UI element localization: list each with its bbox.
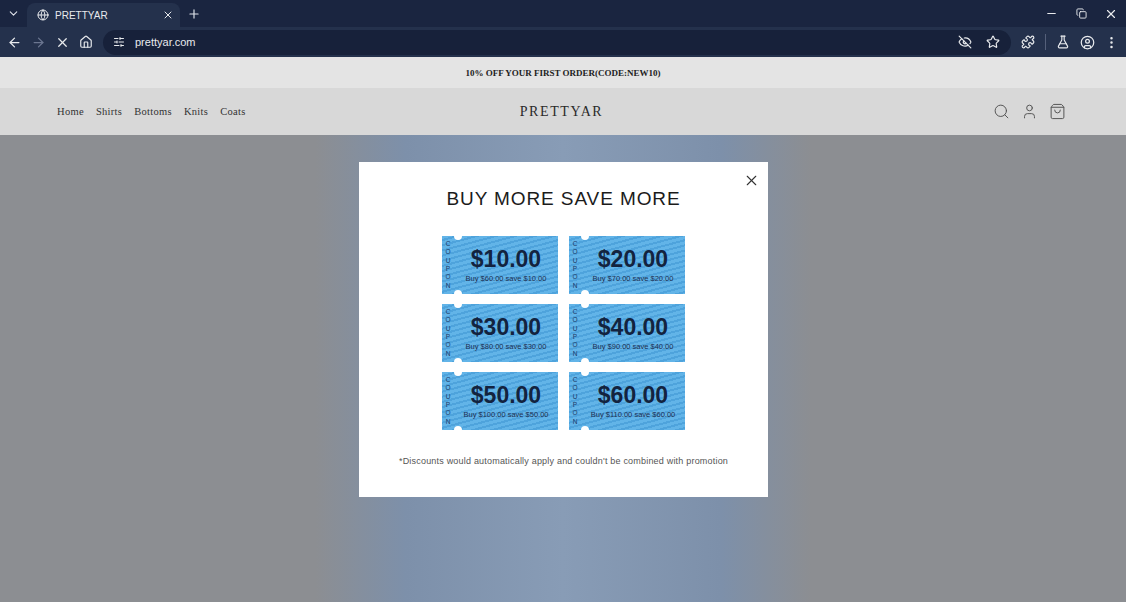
coupon-side-label: COUPON (442, 372, 454, 430)
header-icons (603, 103, 1066, 120)
browser-toolbar: prettyar.com (0, 27, 1126, 57)
tracking-button[interactable] (953, 30, 977, 54)
nav-link[interactable]: Bottoms (134, 106, 172, 117)
nav-link[interactable]: Shirts (96, 106, 122, 117)
browser-window: PRETTYAR prettyar.com 10% OFF YOUR FIRST O… (0, 0, 1126, 602)
favicon-icon (37, 9, 49, 21)
nav-link[interactable]: Coats (220, 106, 245, 117)
coupon-terms: Buy $80.00 save $30.00 (466, 342, 547, 351)
coupon-body: $10.00 Buy $60.00 save $10.00 (454, 236, 558, 294)
modal-title: BUY MORE SAVE MORE (446, 188, 680, 210)
coupon-amount: $50.00 (471, 383, 541, 408)
restore-icon (1076, 8, 1087, 19)
tune-icon (113, 36, 125, 48)
bookmark-button[interactable] (981, 30, 1005, 54)
coupon-body: $60.00 Buy $110.00 save $60.00 (581, 372, 685, 430)
forward-button (26, 30, 50, 54)
coupon-amount: $30.00 (471, 315, 541, 340)
plus-icon (187, 7, 201, 21)
browser-tab[interactable]: PRETTYAR (27, 3, 180, 27)
promo-modal: BUY MORE SAVE MORE COUPON $10.00 Buy $60.00… (359, 162, 768, 497)
star-icon (986, 35, 1000, 49)
stop-icon (55, 35, 70, 50)
account-icon[interactable] (1021, 103, 1038, 120)
coupon-amount: $20.00 (598, 247, 668, 272)
search-icon[interactable] (993, 103, 1010, 120)
minimize-button[interactable] (1036, 0, 1066, 27)
modal-note: *Discounts would automatically apply and… (399, 456, 728, 466)
coupon-card: COUPON $40.00 Buy $90.00 save $40.00 (569, 304, 685, 362)
eye-off-icon (958, 35, 972, 49)
coupon-terms: Buy $100.00 save $50.00 (463, 410, 548, 419)
coupon-card: COUPON $60.00 Buy $110.00 save $60.00 (569, 372, 685, 430)
labs-button[interactable] (1051, 30, 1075, 54)
nav-link[interactable]: Home (57, 106, 84, 117)
coupon-card: COUPON $10.00 Buy $60.00 save $10.00 (442, 236, 558, 294)
coupon-side-label: COUPON (442, 304, 454, 362)
close-icon (1104, 7, 1118, 21)
close-icon (743, 172, 760, 189)
coupon-side-label: COUPON (442, 236, 454, 294)
coupon-amount: $10.00 (471, 247, 541, 272)
window-controls (1036, 0, 1126, 27)
minimize-icon (1045, 7, 1058, 20)
tab-search-button[interactable] (0, 0, 27, 27)
arrow-right-icon (31, 35, 46, 50)
restore-button[interactable] (1066, 0, 1096, 27)
home-button[interactable] (74, 30, 98, 54)
new-tab-button[interactable] (180, 0, 207, 27)
extensions-button[interactable] (1016, 30, 1040, 54)
main-nav: Home Shirts Bottoms Knits Coats (57, 106, 520, 117)
coupon-terms: Buy $90.00 save $40.00 (593, 342, 674, 351)
coupon-body: $20.00 Buy $70.00 save $20.00 (581, 236, 685, 294)
more-icon (1104, 35, 1119, 50)
address-bar[interactable]: prettyar.com (103, 30, 1011, 55)
coupon-body: $40.00 Buy $90.00 save $40.00 (581, 304, 685, 362)
web-page: 10% OFF YOUR FIRST ORDER(CODE:NEW10) Home… (0, 57, 1126, 602)
coupon-card: COUPON $50.00 Buy $100.00 save $50.00 (442, 372, 558, 430)
chevron-down-icon (7, 7, 20, 20)
coupon-amount: $60.00 (598, 383, 668, 408)
site-header: Home Shirts Bottoms Knits Coats PRETTYAR (0, 88, 1126, 135)
nav-link[interactable]: Knits (184, 106, 208, 117)
close-window-button[interactable] (1096, 0, 1126, 27)
arrow-left-icon (7, 35, 22, 50)
site-info-button[interactable] (107, 30, 131, 54)
puzzle-icon (1021, 35, 1035, 49)
coupon-card: COUPON $30.00 Buy $80.00 save $30.00 (442, 304, 558, 362)
coupon-terms: Buy $110.00 save $60.00 (591, 410, 676, 419)
coupon-terms: Buy $70.00 save $20.00 (593, 274, 674, 283)
close-modal-button[interactable] (741, 170, 761, 190)
flask-icon (1056, 35, 1070, 49)
site-logo[interactable]: PRETTYAR (520, 104, 604, 120)
menu-button[interactable] (1099, 30, 1123, 54)
bag-icon[interactable] (1049, 103, 1066, 120)
back-button[interactable] (2, 30, 26, 54)
close-tab-icon[interactable] (162, 9, 174, 21)
stop-button[interactable] (50, 30, 74, 54)
tab-strip: PRETTYAR (0, 0, 1126, 27)
coupon-body: $30.00 Buy $80.00 save $30.00 (454, 304, 558, 362)
toolbar-divider (1045, 34, 1046, 50)
profile-icon (1080, 35, 1095, 50)
profile-button[interactable] (1075, 30, 1099, 54)
tab-title: PRETTYAR (55, 10, 156, 21)
coupon-amount: $40.00 (598, 315, 668, 340)
coupon-terms: Buy $60.00 save $10.00 (466, 274, 547, 283)
home-icon (79, 35, 93, 49)
coupon-grid: COUPON$10.00Buy $60.00 save $10.00COUPON… (442, 236, 685, 430)
coupon-card: COUPON $20.00 Buy $70.00 save $20.00 (569, 236, 685, 294)
coupon-side-label: COUPON (569, 372, 581, 430)
coupon-side-label: COUPON (569, 304, 581, 362)
url-text[interactable]: prettyar.com (135, 36, 949, 48)
announcement-bar: 10% OFF YOUR FIRST ORDER(CODE:NEW10) (0, 57, 1126, 88)
coupon-side-label: COUPON (569, 236, 581, 294)
coupon-body: $50.00 Buy $100.00 save $50.00 (454, 372, 558, 430)
